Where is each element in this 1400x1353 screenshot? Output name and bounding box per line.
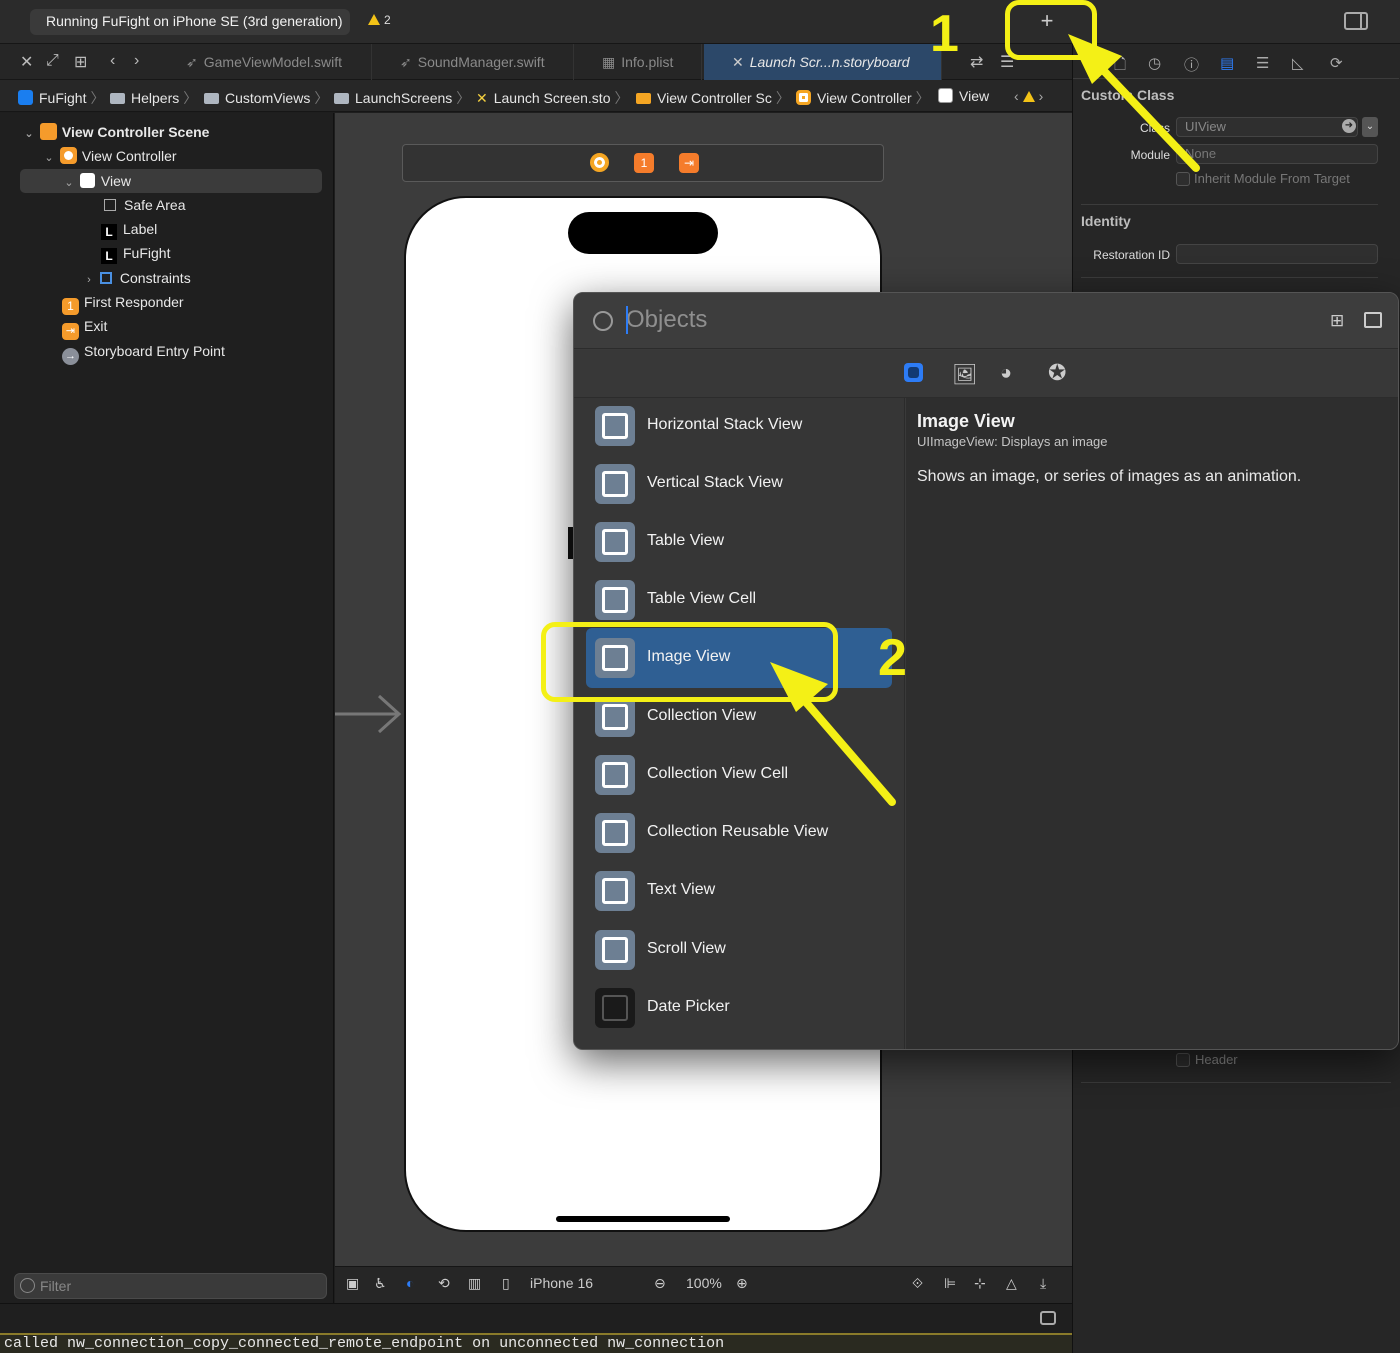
annotation-arrows <box>770 34 1200 806</box>
